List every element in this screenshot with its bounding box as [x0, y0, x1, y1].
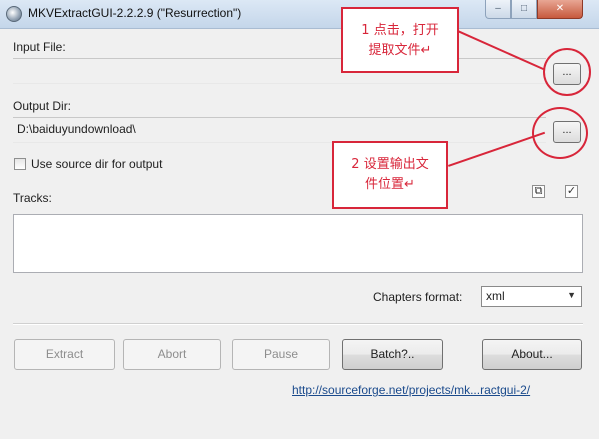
output-dir-label: Output Dir:: [13, 99, 72, 113]
annotation-step1: 1 点击，打开 提取文件↵: [341, 7, 459, 73]
annotation-step2-circle: [532, 107, 588, 159]
annotation-step1-line2: 提取文件↵: [368, 43, 432, 58]
close-icon: ✕: [555, 3, 565, 14]
chapters-format-label: Chapters format:: [373, 290, 463, 304]
minimize-icon: –: [495, 3, 501, 14]
maximize-icon: □: [520, 3, 528, 14]
annotation-step1-circle: [543, 48, 591, 96]
batch-button[interactable]: Batch?..: [342, 339, 443, 370]
input-file-field[interactable]: [13, 58, 546, 84]
close-button[interactable]: ✕: [537, 0, 583, 19]
minimize-button[interactable]: –: [485, 0, 511, 19]
annotation-step2-line1: 2 设置输出文: [351, 157, 429, 172]
window-title: MKVExtractGUI-2.2.2.9 ("Resurrection"): [28, 6, 242, 20]
output-dir-field[interactable]: [13, 117, 546, 143]
divider: [13, 323, 583, 325]
select-all-icon[interactable]: ✓: [565, 185, 578, 198]
output-dir-input[interactable]: [17, 122, 542, 136]
annotation-step2-line2: 件位置↵: [365, 177, 415, 192]
chapters-format-value: xml: [486, 289, 505, 303]
title-bar[interactable]: MKVExtractGUI-2.2.2.9 ("Resurrection") –…: [0, 0, 599, 29]
tracks-label: Tracks:: [13, 191, 52, 205]
app-icon: [6, 6, 22, 22]
maximize-button[interactable]: □: [511, 0, 537, 19]
extract-button[interactable]: Extract: [14, 339, 115, 370]
about-button[interactable]: About...: [482, 339, 582, 370]
chevron-down-icon: ▼: [567, 290, 576, 300]
annotation-step1-line1: 1 点击，打开: [361, 23, 439, 38]
pause-button[interactable]: Pause: [232, 339, 330, 370]
input-file-label: Input File:: [13, 40, 66, 54]
copy-icon[interactable]: ⧉: [532, 185, 545, 198]
use-source-dir-checkbox[interactable]: [14, 158, 26, 170]
abort-button[interactable]: Abort: [123, 339, 221, 370]
sourceforge-link[interactable]: http://sourceforge.net/projects/mk...rac…: [292, 383, 530, 397]
use-source-dir-label: Use source dir for output: [31, 157, 163, 171]
input-file-input[interactable]: [17, 63, 542, 77]
chapters-format-select[interactable]: xml ▼: [481, 286, 582, 307]
tracks-list[interactable]: [13, 214, 583, 273]
annotation-step2: 2 设置输出文 件位置↵: [332, 141, 448, 209]
